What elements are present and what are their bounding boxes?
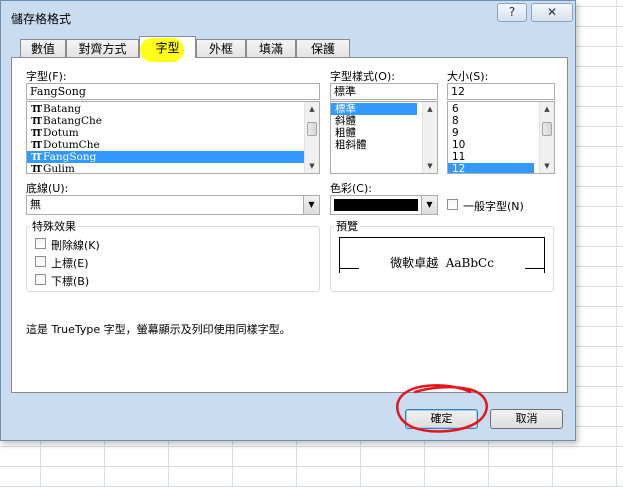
size-item[interactable]: 11: [448, 151, 534, 163]
dialog-title: 儲存格格式: [11, 12, 72, 26]
scroll-down-icon[interactable]: ▼: [305, 159, 319, 173]
font-style-label: 字型樣式(O):: [330, 70, 395, 83]
normal-font-label: 一般字型(N): [463, 200, 524, 213]
font-list-item[interactable]: TT Batang: [27, 103, 319, 115]
preview-title: 預覽: [334, 218, 360, 234]
underline-label: 底線(U):: [26, 182, 69, 195]
font-name: BatangChe: [43, 115, 102, 127]
subscript-checkbox[interactable]: [35, 274, 46, 285]
font-list[interactable]: TT Batang TT BatangChe TT Dotum TT DotumChe TT Fa…: [26, 101, 320, 174]
help-icon: ?: [508, 5, 516, 19]
font-name: DotumChe: [43, 139, 100, 151]
strikethrough-label: 刪除線(K): [51, 239, 100, 252]
font-list-item[interactable]: TT Gulim: [27, 163, 319, 174]
superscript-checkbox[interactable]: [35, 256, 46, 267]
size-label: 大小(S):: [447, 70, 489, 83]
scroll-thumb[interactable]: [307, 122, 317, 136]
help-button[interactable]: ?: [497, 3, 527, 22]
font-label: 字型(F):: [26, 70, 67, 83]
color-swatch: [334, 199, 418, 211]
size-list[interactable]: 6 8 9 10 11 12 ▲ ▼: [447, 101, 555, 174]
superscript-label: 上標(E): [51, 257, 89, 270]
scroll-down-icon[interactable]: ▼: [423, 159, 437, 173]
yellow-highlight-annotation: [140, 38, 184, 62]
normal-font-checkbox[interactable]: [447, 199, 458, 210]
scroll-up-icon[interactable]: ▲: [540, 102, 554, 116]
font-style-input[interactable]: 標準: [330, 83, 438, 100]
chevron-down-icon[interactable]: ▼: [303, 196, 319, 214]
subscript-label: 下標(B): [51, 275, 90, 288]
size-item[interactable]: 9: [448, 127, 534, 139]
font-list-item[interactable]: TT Dotum: [27, 127, 319, 139]
font-name: Dotum: [43, 127, 79, 139]
font-style-item[interactable]: 粗體: [331, 127, 417, 139]
tab-alignment[interactable]: 對齊方式: [66, 39, 139, 57]
underline-value: 無: [30, 198, 41, 211]
font-list-item[interactable]: TT FangSong: [27, 151, 319, 163]
size-item[interactable]: 10: [448, 139, 534, 151]
tab-number[interactable]: 數值: [20, 39, 66, 57]
cancel-button[interactable]: 取消: [490, 409, 563, 429]
tab-border[interactable]: 外框: [196, 39, 246, 57]
font-name: FangSong: [43, 151, 97, 163]
font-style-list[interactable]: 標準 斜體 粗體 粗斜體 ▲ ▼: [330, 101, 438, 174]
effects-title: 特殊效果: [30, 218, 78, 234]
truetype-icon: TT: [31, 165, 42, 174]
tab-protection[interactable]: 保護: [296, 39, 350, 57]
strikethrough-checkbox[interactable]: [35, 238, 46, 249]
size-list-scrollbar[interactable]: ▲ ▼: [539, 102, 554, 173]
font-list-scrollbar[interactable]: ▲ ▼: [304, 102, 319, 173]
truetype-note: 這是 TrueType 字型，螢幕顯示及列印使用同樣字型。: [26, 323, 291, 336]
font-style-item[interactable]: 粗斜體: [331, 139, 417, 151]
ok-button[interactable]: 確定: [405, 409, 478, 429]
size-input[interactable]: 12: [447, 83, 555, 100]
font-list-item[interactable]: TT BatangChe: [27, 115, 319, 127]
close-button[interactable]: ✕: [531, 3, 573, 22]
underline-select[interactable]: 無 ▼: [26, 195, 320, 215]
close-icon: ✕: [546, 5, 558, 19]
color-picker[interactable]: ▼: [330, 195, 438, 215]
size-item[interactable]: 12: [448, 163, 534, 173]
color-label: 色彩(C):: [330, 182, 372, 195]
font-name: Batang: [43, 103, 81, 115]
font-name-input[interactable]: FangSong: [26, 83, 320, 100]
font-style-item[interactable]: 斜體: [331, 115, 417, 127]
font-style-item[interactable]: 標準: [331, 103, 417, 115]
font-name: Gulim: [43, 163, 75, 174]
size-item[interactable]: 6: [448, 103, 534, 115]
font-list-item[interactable]: TT DotumChe: [27, 139, 319, 151]
scroll-down-icon[interactable]: ▼: [540, 159, 554, 173]
tab-fill[interactable]: 填滿: [246, 39, 296, 57]
preview-baseline-right: [525, 268, 545, 269]
size-item[interactable]: 8: [448, 115, 534, 127]
preview-baseline-left: [339, 268, 359, 269]
scroll-thumb[interactable]: [542, 122, 552, 136]
style-list-scrollbar[interactable]: ▲ ▼: [422, 102, 437, 173]
scroll-up-icon[interactable]: ▲: [423, 102, 437, 116]
scroll-up-icon[interactable]: ▲: [305, 102, 319, 116]
chevron-down-icon[interactable]: ▼: [421, 196, 437, 214]
preview-sample: 微軟卓越 AaBbCc: [390, 256, 494, 270]
